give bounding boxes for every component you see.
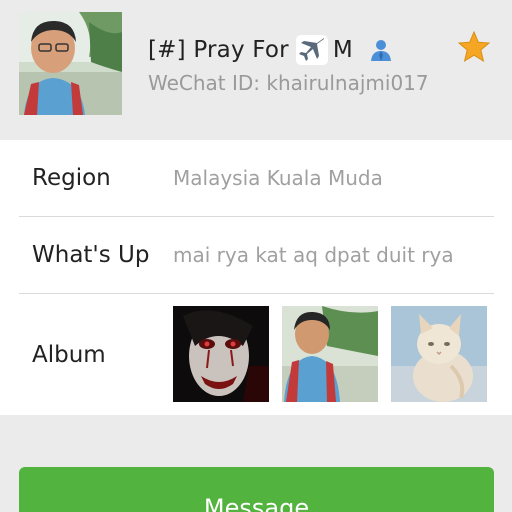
kitten-photo[interactable] [391, 306, 487, 402]
wechat-id: WeChat ID: khairulnajmi017 [148, 71, 429, 95]
contact-profile-screen: [#] Pray For M WeChat ID: khairulnajmi01… [0, 0, 512, 512]
star-icon[interactable] [457, 30, 491, 64]
airplane-icon [295, 34, 329, 66]
name-suffix: M [332, 37, 353, 63]
profile-details-card: Region Malaysia Kuala Muda What's Up mai… [0, 140, 512, 415]
region-value: Malaysia Kuala Muda [173, 166, 383, 190]
boy-outdoors-photo[interactable] [282, 306, 378, 402]
profile-header: [#] Pray For M WeChat ID: khairulnajmi01… [0, 0, 512, 140]
whats-up-row[interactable]: What's Up mai rya kat aq dpat duit rya [19, 217, 494, 294]
name-prefix: [#] Pray For [148, 37, 289, 63]
profile-name: [#] Pray For M [148, 34, 393, 66]
album-photos [173, 306, 500, 402]
album-row[interactable]: Album [19, 294, 494, 415]
album-label: Album [32, 341, 106, 368]
person-icon [369, 38, 393, 62]
region-row[interactable]: Region Malaysia Kuala Muda [19, 140, 494, 217]
zombie-face-photo[interactable] [173, 306, 269, 402]
avatar[interactable] [19, 12, 122, 115]
whats-up-value: mai rya kat aq dpat duit rya [173, 243, 454, 267]
message-button[interactable]: Message [19, 467, 494, 512]
whats-up-label: What's Up [32, 242, 150, 268]
region-label: Region [32, 165, 111, 191]
